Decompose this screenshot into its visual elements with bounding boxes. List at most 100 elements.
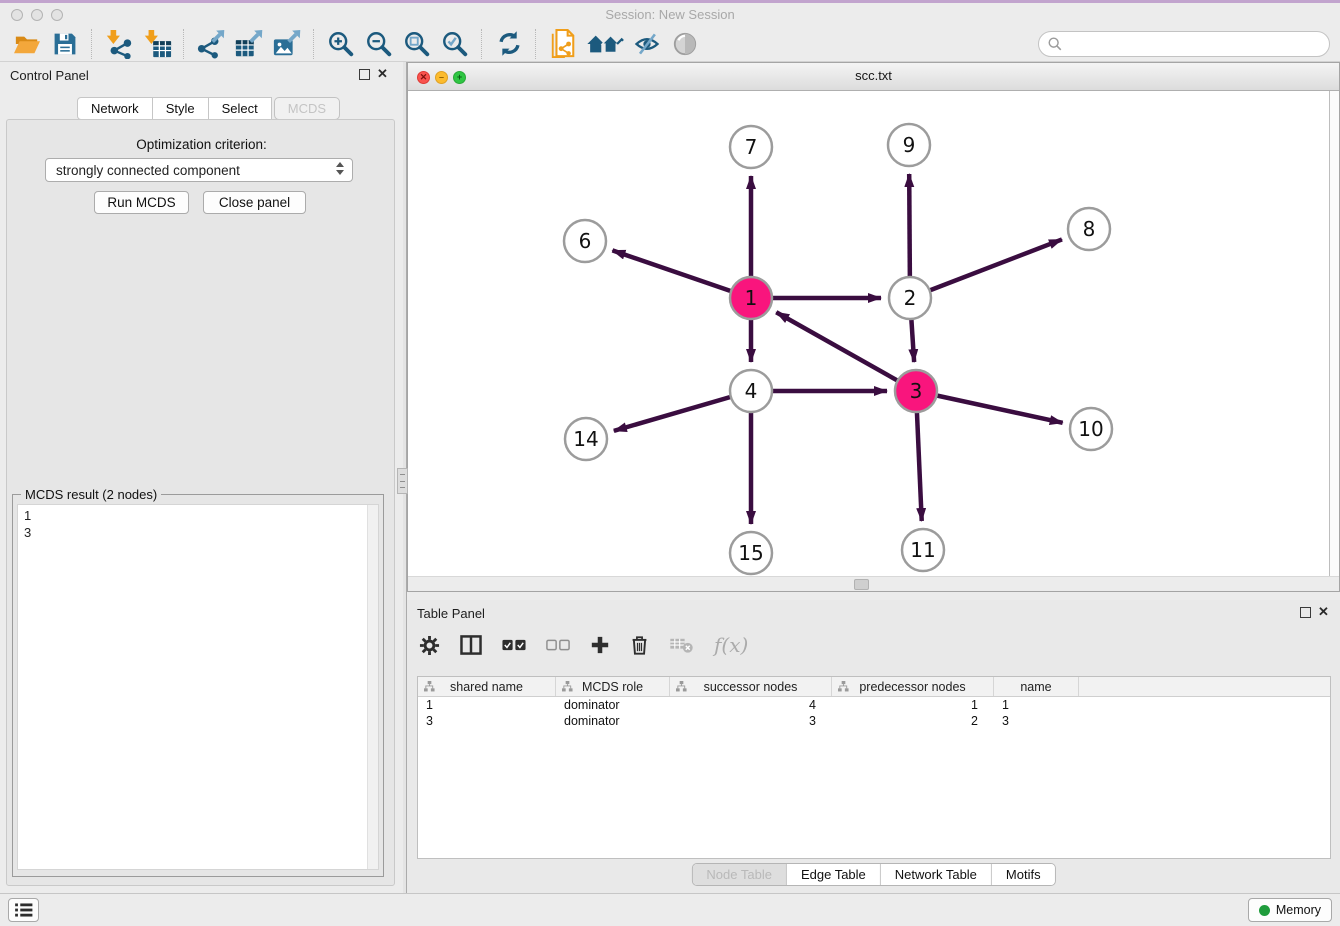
- app-minimize-button[interactable]: [31, 9, 43, 21]
- table-toolbar: f(x): [419, 624, 748, 666]
- network-zoom-button[interactable]: +: [453, 71, 466, 84]
- search-input[interactable]: [1038, 31, 1330, 57]
- select-all-icon[interactable]: [502, 639, 526, 651]
- export-table-icon[interactable]: [232, 28, 266, 60]
- graph-node-2[interactable]: 2: [889, 277, 931, 319]
- tab-network-table[interactable]: Network Table: [881, 864, 992, 885]
- hierarchy-icon: [676, 681, 687, 692]
- network-close-button[interactable]: ✕: [417, 71, 430, 84]
- control-panel-float-button[interactable]: [359, 69, 370, 80]
- graph-node-10[interactable]: 10: [1070, 408, 1112, 450]
- graph-node-8[interactable]: 8: [1068, 208, 1110, 250]
- hierarchy-icon: [562, 681, 573, 692]
- tab-motifs[interactable]: Motifs: [992, 864, 1055, 885]
- table-row[interactable]: 1 dominator 4 1 1: [418, 697, 1330, 713]
- graph-node-6[interactable]: 6: [564, 220, 606, 262]
- network-canvas[interactable]: 7 9 6 8 1 2 4 3 14 10 15 11: [408, 91, 1330, 586]
- zoom-selected-icon[interactable]: [438, 28, 472, 60]
- column-header-predecessor-nodes[interactable]: predecessor nodes: [832, 677, 994, 696]
- tab-network[interactable]: Network: [77, 97, 153, 120]
- zoom-in-icon[interactable]: [324, 28, 358, 60]
- graph-node-3[interactable]: 3: [895, 370, 937, 412]
- graph-edge-2-8[interactable]: [910, 239, 1062, 298]
- close-panel-button[interactable]: Close panel: [203, 191, 306, 214]
- table-panel-title: Table Panel: [417, 606, 485, 621]
- list-icon: [15, 903, 33, 917]
- column-header-name[interactable]: name: [994, 677, 1079, 696]
- deselect-all-icon[interactable]: [546, 639, 570, 651]
- import-network-icon[interactable]: [102, 28, 136, 60]
- save-session-icon[interactable]: [48, 28, 82, 60]
- app-zoom-button[interactable]: [51, 9, 63, 21]
- mcds-result-group: MCDS result (2 nodes) 1 3: [12, 494, 384, 877]
- horizontal-splitter-grip[interactable]: [854, 579, 869, 590]
- svg-text:6: 6: [579, 229, 592, 253]
- app-title: Session: New Session: [0, 3, 1340, 26]
- control-panel-tabs: Network Style Select MCDS: [77, 97, 340, 120]
- column-header-shared-name[interactable]: shared name: [418, 677, 556, 696]
- graph-node-11[interactable]: 11: [902, 529, 944, 571]
- first-neighbors-icon[interactable]: [584, 28, 626, 60]
- tab-style[interactable]: Style: [153, 97, 209, 120]
- node-table-header: shared name MCDS role successor nodes: [418, 677, 1330, 697]
- app-close-button[interactable]: [11, 9, 23, 21]
- tab-mcds[interactable]: MCDS: [274, 97, 340, 120]
- hide-selected-icon[interactable]: [630, 28, 664, 60]
- svg-text:7: 7: [745, 135, 758, 159]
- memory-label: Memory: [1276, 903, 1321, 917]
- function-builder-icon[interactable]: f(x): [714, 633, 748, 657]
- control-panel-header: Control Panel ✕: [0, 62, 403, 88]
- hierarchy-icon: [838, 681, 849, 692]
- import-table-icon[interactable]: [140, 28, 174, 60]
- tab-select[interactable]: Select: [209, 97, 272, 120]
- network-minimize-button[interactable]: –: [435, 71, 448, 84]
- graph-edge-3-10[interactable]: [916, 391, 1063, 423]
- column-header-successor-nodes[interactable]: successor nodes: [670, 677, 832, 696]
- network-from-file-icon[interactable]: [546, 28, 580, 60]
- graph-node-1[interactable]: 1: [730, 277, 772, 319]
- svg-text:15: 15: [738, 541, 763, 565]
- table-settings-icon[interactable]: [419, 635, 440, 656]
- control-panel-close-button[interactable]: ✕: [377, 66, 388, 82]
- svg-text:1: 1: [745, 286, 758, 310]
- optimization-criterion-value: strongly connected component: [56, 163, 240, 178]
- tab-node-table[interactable]: Node Table: [692, 864, 787, 885]
- table-row[interactable]: 3 dominator 3 2 3: [418, 713, 1330, 729]
- run-mcds-button[interactable]: Run MCDS: [94, 191, 189, 214]
- open-file-icon[interactable]: [10, 28, 44, 60]
- table-panel-float-button[interactable]: [1300, 607, 1311, 618]
- network-window-title: scc.txt: [408, 63, 1339, 89]
- table-columns-icon[interactable]: [460, 635, 482, 655]
- column-header-mcds-role[interactable]: MCDS role: [556, 677, 670, 696]
- mcds-result-text[interactable]: 1 3: [17, 504, 379, 870]
- network-vertical-scrollbar[interactable]: [1329, 91, 1339, 576]
- table-panel-close-button[interactable]: ✕: [1318, 604, 1329, 620]
- mcds-result-line: 1: [24, 507, 378, 524]
- export-network-icon[interactable]: [194, 28, 228, 60]
- delete-table-icon[interactable]: [669, 637, 694, 654]
- task-history-button[interactable]: [8, 898, 39, 922]
- render-mode-icon[interactable]: [668, 28, 702, 60]
- export-image-icon[interactable]: [270, 28, 304, 60]
- svg-text:8: 8: [1083, 217, 1096, 241]
- graph-node-4[interactable]: 4: [730, 370, 772, 412]
- graph-node-14[interactable]: 14: [565, 418, 607, 460]
- memory-button[interactable]: Memory: [1248, 898, 1332, 922]
- refresh-icon[interactable]: [492, 28, 526, 60]
- tab-edge-table[interactable]: Edge Table: [787, 864, 881, 885]
- table-panel: Table Panel ✕: [407, 600, 1340, 893]
- toolbar-separator: [481, 29, 483, 59]
- graph-edge-3-1[interactable]: [776, 312, 916, 391]
- zoom-fit-icon[interactable]: [400, 28, 434, 60]
- mcds-result-scrollbar[interactable]: [367, 505, 378, 869]
- graph-node-15[interactable]: 15: [730, 532, 772, 574]
- select-stepper-icon: [336, 162, 344, 175]
- vertical-splitter-grip[interactable]: [397, 468, 408, 494]
- graph-node-9[interactable]: 9: [888, 124, 930, 166]
- add-column-icon[interactable]: [590, 635, 610, 655]
- delete-column-icon[interactable]: [630, 635, 649, 656]
- svg-text:2: 2: [904, 286, 917, 310]
- optimization-criterion-select[interactable]: strongly connected component: [45, 158, 353, 182]
- zoom-out-icon[interactable]: [362, 28, 396, 60]
- graph-node-7[interactable]: 7: [730, 126, 772, 168]
